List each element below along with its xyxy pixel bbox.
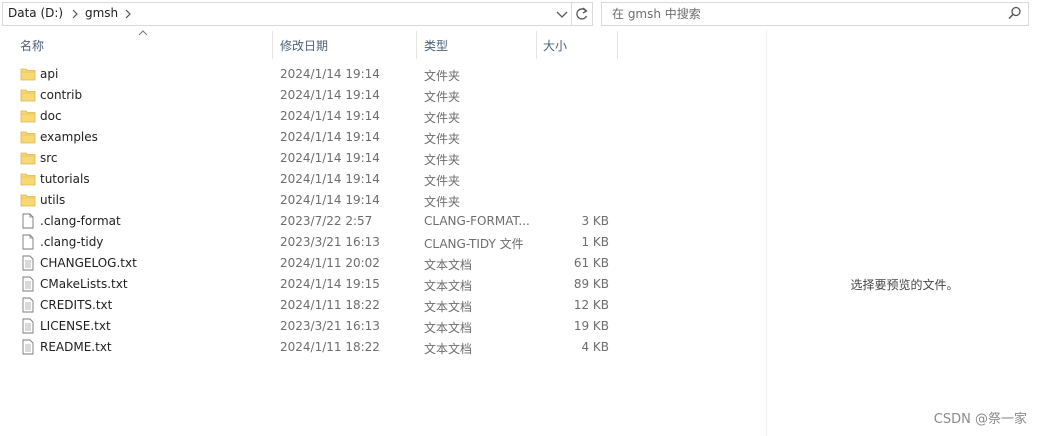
column-divider[interactable] bbox=[416, 31, 417, 59]
text-file-icon bbox=[22, 339, 34, 355]
file-type: 文本文档 bbox=[424, 300, 473, 314]
file-row[interactable]: contrib 2024/1/14 19:14 文件夹 bbox=[16, 85, 616, 106]
file-row[interactable]: doc 2024/1/14 19:14 文件夹 bbox=[16, 106, 616, 127]
file-type: 文件夹 bbox=[424, 195, 461, 209]
file-name: src bbox=[40, 151, 58, 165]
file-name: contrib bbox=[40, 88, 83, 102]
folder-icon bbox=[20, 89, 36, 102]
file-size: 3 KB bbox=[581, 214, 609, 228]
file-date: 2024/1/14 19:14 bbox=[280, 67, 380, 81]
file-name: utils bbox=[40, 193, 66, 207]
file-name: LICENSE.txt bbox=[40, 319, 111, 333]
file-date: 2024/1/11 20:02 bbox=[280, 256, 380, 270]
file-row[interactable]: LICENSE.txt 2023/3/21 16:13 文本文档 19 KB bbox=[16, 316, 616, 337]
file-name: examples bbox=[40, 130, 98, 144]
breadcrumb-drive[interactable]: Data (D:) bbox=[8, 6, 63, 20]
file-type: CLANG-TIDY 文件 bbox=[424, 237, 524, 251]
file-name: .clang-tidy bbox=[40, 235, 104, 249]
file-type: CLANG-FORMAT... bbox=[424, 214, 530, 228]
file-name: doc bbox=[40, 109, 62, 123]
search-icon[interactable] bbox=[1008, 6, 1022, 20]
file-row[interactable]: CHANGELOG.txt 2024/1/11 20:02 文本文档 61 KB bbox=[16, 253, 616, 274]
column-header-type[interactable]: 类型 bbox=[418, 34, 536, 58]
address-bar[interactable]: Data (D:) gmsh bbox=[2, 2, 572, 26]
column-header-date[interactable]: 修改日期 bbox=[274, 34, 416, 58]
search-box[interactable] bbox=[601, 2, 1029, 26]
file-date: 2024/1/11 18:22 bbox=[280, 298, 380, 312]
file-type: 文本文档 bbox=[424, 321, 473, 335]
file-row[interactable]: tutorials 2024/1/14 19:14 文件夹 bbox=[16, 169, 616, 190]
file-size: 1 KB bbox=[581, 235, 609, 249]
file-size: 12 KB bbox=[573, 298, 609, 312]
file-date: 2024/1/14 19:14 bbox=[280, 193, 380, 207]
column-header-name[interactable]: 名称 bbox=[14, 34, 272, 58]
file-row[interactable]: api 2024/1/14 19:14 文件夹 bbox=[16, 64, 616, 85]
file-date: 2023/3/21 16:13 bbox=[280, 235, 380, 249]
text-file-icon bbox=[22, 255, 34, 271]
file-row[interactable]: CREDITS.txt 2024/1/11 18:22 文本文档 12 KB bbox=[16, 295, 616, 316]
folder-icon bbox=[20, 131, 36, 144]
file-name: CREDITS.txt bbox=[40, 298, 113, 312]
folder-icon bbox=[20, 152, 36, 165]
column-header-size[interactable]: 大小 bbox=[537, 34, 617, 58]
breadcrumb-folder[interactable]: gmsh bbox=[85, 6, 118, 20]
file-type: 文件夹 bbox=[424, 132, 461, 146]
folder-icon bbox=[20, 173, 36, 186]
file-date: 2024/1/14 19:14 bbox=[280, 172, 380, 186]
chevron-right-icon[interactable] bbox=[70, 9, 80, 19]
file-size: 61 KB bbox=[573, 256, 609, 270]
file-date: 2024/1/14 19:14 bbox=[280, 151, 380, 165]
folder-icon bbox=[20, 194, 36, 207]
file-row[interactable]: utils 2024/1/14 19:14 文件夹 bbox=[16, 190, 616, 211]
text-file-icon bbox=[22, 318, 34, 334]
file-size: 4 KB bbox=[581, 340, 609, 354]
file-size: 89 KB bbox=[573, 277, 609, 291]
file-type: 文件夹 bbox=[424, 111, 461, 125]
file-name: CHANGELOG.txt bbox=[40, 256, 137, 270]
file-row[interactable]: .clang-tidy 2023/3/21 16:13 CLANG-TIDY 文件 1… bbox=[16, 232, 616, 253]
file-row[interactable]: examples 2024/1/14 19:14 文件夹 bbox=[16, 127, 616, 148]
blank-file-icon bbox=[22, 213, 34, 229]
column-divider[interactable] bbox=[272, 31, 273, 59]
file-row[interactable]: src 2024/1/14 19:14 文件夹 bbox=[16, 148, 616, 169]
file-date: 2024/1/11 18:22 bbox=[280, 340, 380, 354]
file-date: 2024/1/14 19:15 bbox=[280, 277, 380, 291]
text-file-icon bbox=[22, 297, 34, 313]
column-divider[interactable] bbox=[617, 31, 618, 59]
file-date: 2024/1/14 19:14 bbox=[280, 88, 380, 102]
file-name: .clang-format bbox=[40, 214, 121, 228]
file-name: CMakeLists.txt bbox=[40, 277, 128, 291]
file-row[interactable]: .clang-format 2023/7/22 2:57 CLANG-FORMAT.… bbox=[16, 211, 616, 232]
file-type: 文本文档 bbox=[424, 258, 473, 272]
file-size: 19 KB bbox=[573, 319, 609, 333]
refresh-button[interactable] bbox=[572, 2, 593, 26]
text-file-icon bbox=[22, 276, 34, 292]
file-date: 2024/1/14 19:14 bbox=[280, 109, 380, 123]
refresh-icon bbox=[576, 7, 588, 20]
watermark: CSDN @祭一家 bbox=[933, 412, 1027, 427]
folder-icon bbox=[20, 68, 36, 81]
search-input[interactable] bbox=[610, 5, 994, 23]
file-row[interactable]: CMakeLists.txt 2024/1/14 19:15 文本文档 89 KB bbox=[16, 274, 616, 295]
file-name: tutorials bbox=[40, 172, 90, 186]
blank-file-icon bbox=[22, 234, 34, 250]
file-row[interactable]: README.txt 2024/1/11 18:22 文本文档 4 KB bbox=[16, 337, 616, 358]
file-type: 文件夹 bbox=[424, 153, 461, 167]
file-type: 文件夹 bbox=[424, 90, 461, 104]
preview-message: 选择要预览的文件。 bbox=[850, 278, 959, 292]
chevron-down-icon[interactable] bbox=[555, 6, 569, 22]
file-type: 文本文档 bbox=[424, 342, 473, 356]
file-name: api bbox=[40, 67, 59, 81]
file-date: 2023/3/21 16:13 bbox=[280, 319, 380, 333]
file-date: 2024/1/14 19:14 bbox=[280, 130, 380, 144]
file-name: README.txt bbox=[40, 340, 112, 354]
chevron-right-icon[interactable] bbox=[123, 9, 133, 19]
preview-pane: 选择要预览的文件。 bbox=[766, 30, 1041, 436]
file-type: 文件夹 bbox=[424, 174, 461, 188]
file-type: 文本文档 bbox=[424, 279, 473, 293]
folder-icon bbox=[20, 110, 36, 123]
file-type: 文件夹 bbox=[424, 69, 461, 83]
file-date: 2023/7/22 2:57 bbox=[280, 214, 373, 228]
